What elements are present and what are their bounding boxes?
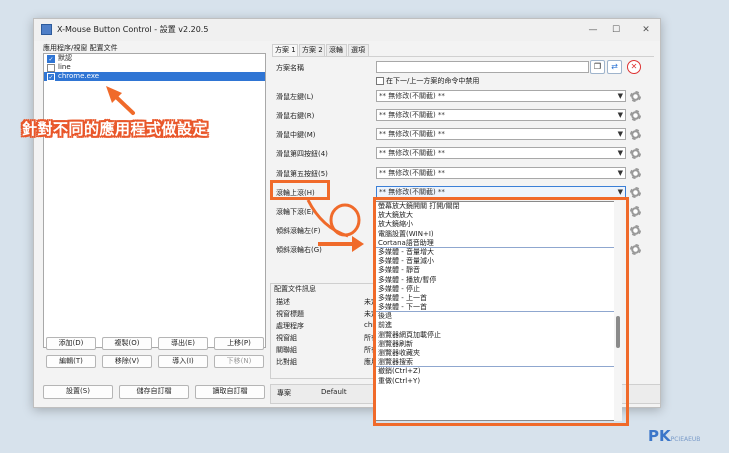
- annotation-caption: 針對不同的應用程式做設定: [22, 120, 209, 138]
- watermark: PKPCIEAEUB: [648, 427, 700, 445]
- arrow-to-dropdown: [318, 236, 364, 252]
- watermark-main: PK: [648, 427, 671, 445]
- annotation-arrows: [106, 86, 364, 252]
- arrow-to-app-list: [106, 86, 135, 115]
- watermark-sub: PCIEAEUB: [670, 436, 701, 443]
